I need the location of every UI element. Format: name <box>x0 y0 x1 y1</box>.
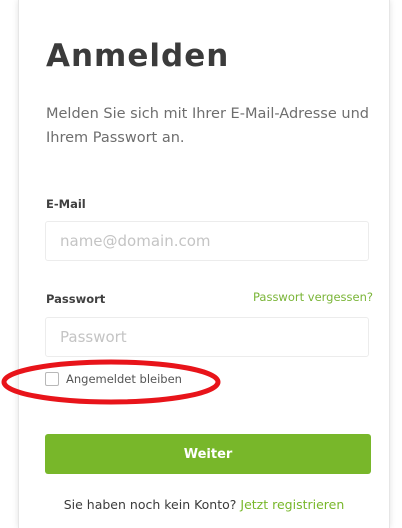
page-title: Anmelden <box>46 38 230 74</box>
continue-button[interactable]: Weiter <box>45 434 371 474</box>
intro-text: Melden Sie sich mit Ihrer E-Mail-Adresse… <box>46 106 369 146</box>
login-card: Anmelden Melden Sie sich mit Ihrer E-Mai… <box>18 0 390 528</box>
forgot-password-link[interactable]: Passwort vergessen? <box>253 290 373 304</box>
signup-link[interactable]: Jetzt registrieren <box>240 497 344 512</box>
page: Anmelden Melden Sie sich mit Ihrer E-Mai… <box>0 0 402 528</box>
password-field[interactable] <box>45 317 369 357</box>
remember-me-option[interactable]: Angemeldet bleiben <box>45 372 182 386</box>
signup-prompt: Sie haben noch kein Konto? Jetzt registr… <box>19 497 389 512</box>
remember-me-label: Angemeldet bleiben <box>66 372 182 386</box>
email-label: E-Mail <box>46 197 86 211</box>
password-label: Passwort <box>46 292 106 306</box>
signup-prompt-text: Sie haben noch kein Konto? <box>63 497 237 512</box>
remember-me-checkbox[interactable] <box>45 372 59 386</box>
email-field[interactable] <box>45 221 369 261</box>
